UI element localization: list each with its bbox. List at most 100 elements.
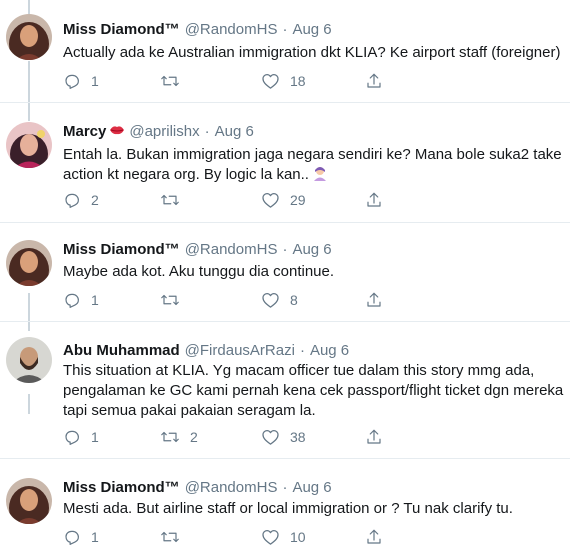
reply-icon	[65, 293, 79, 308]
tweet-date[interactable]: Aug 6	[310, 341, 349, 361]
like-button[interactable]: 18	[261, 71, 306, 91]
tweet-text-line: This situation at KLIA. Yg macam officer…	[63, 362, 535, 379]
separator-dot: ·	[282, 241, 288, 258]
reply-button[interactable]: 1	[63, 427, 99, 447]
retweet-count: 2	[190, 429, 198, 445]
share-icon	[367, 429, 381, 444]
retweet-icon	[161, 531, 179, 543]
like-count: 10	[290, 529, 306, 545]
share-icon	[367, 529, 381, 544]
tweet-text-line: pengalaman ke GC kami pernah kena cek pa…	[63, 382, 564, 399]
avatar[interactable]	[6, 478, 52, 524]
tweet-text: This situation at KLIA. Yg macam officer…	[63, 361, 564, 421]
lips-emoji	[109, 122, 125, 142]
reply-button[interactable]: 1	[63, 290, 99, 310]
tweet[interactable]: Miss Diamond™ @RandomHS · Aug 6 Mesti ad…	[0, 478, 570, 553]
tweet-text-line: Maybe ada kot. Aku tunggu dia continue.	[63, 263, 335, 280]
reply-icon	[65, 193, 79, 208]
reply-button[interactable]: 2	[63, 190, 99, 210]
like-count: 8	[290, 292, 298, 308]
reply-count: 1	[91, 73, 99, 89]
like-button[interactable]: 8	[261, 290, 298, 310]
reply-button[interactable]: 1	[63, 71, 99, 91]
tweet-header: Marcy @aprilishx · Aug 6	[63, 122, 254, 142]
share-button[interactable]	[365, 190, 383, 210]
tweet-text-line: tapi semua pakai pakaian seragam la.	[63, 402, 316, 419]
display-name[interactable]: Marcy	[63, 122, 106, 142]
separator-dot: ·	[299, 342, 305, 359]
tweet-text-line: Actually ada ke Australian immigration d…	[63, 44, 561, 61]
tweet-text-line: Mesti ada. But airline staff or local im…	[63, 500, 513, 517]
avatar[interactable]	[6, 122, 52, 168]
heart-icon	[262, 193, 279, 208]
separator-dot: ·	[204, 123, 210, 140]
tweet-text: Actually ada ke Australian immigration d…	[63, 43, 561, 63]
tweet[interactable]: Marcy @aprilishx · Aug 6 Entah la. Bukan…	[0, 122, 570, 222]
display-name[interactable]: Abu Muhammad	[63, 341, 180, 361]
display-name[interactable]: Miss Diamond™	[63, 20, 180, 40]
reply-count: 1	[91, 529, 99, 545]
retweet-button[interactable]	[160, 527, 190, 547]
share-icon	[367, 292, 381, 307]
share-button[interactable]	[365, 71, 383, 91]
retweet-icon	[161, 194, 179, 206]
tweet-header: Miss Diamond™ @RandomHS · Aug 6	[63, 478, 332, 498]
avatar[interactable]	[6, 337, 52, 383]
tweet-text: Entah la. Bukan immigration jaga negara …	[63, 145, 562, 185]
tweet[interactable]: Abu Muhammad @FirdausArRazi · Aug 6 This…	[0, 337, 570, 451]
tweet[interactable]: Miss Diamond™ @RandomHS · Aug 6 Actually…	[0, 14, 570, 100]
retweet-icon	[161, 431, 179, 443]
user-handle[interactable]: @RandomHS	[185, 240, 278, 260]
reply-icon	[65, 430, 79, 445]
separator-dot: ·	[282, 479, 288, 496]
like-count: 38	[290, 429, 306, 445]
tweet-text: Maybe ada kot. Aku tunggu dia continue.	[63, 262, 558, 282]
tweet-date[interactable]: Aug 6	[292, 240, 331, 260]
heart-icon	[262, 430, 279, 445]
reply-button[interactable]: 1	[63, 527, 99, 547]
retweet-button[interactable]	[160, 71, 190, 91]
retweet-button[interactable]	[160, 190, 190, 210]
user-handle[interactable]: @RandomHS	[185, 20, 278, 40]
tweet-text-segment: action kt negara org. By logic la kan..	[63, 166, 309, 183]
heart-icon	[262, 530, 279, 545]
like-button[interactable]: 29	[261, 190, 306, 210]
tweet-divider	[0, 102, 570, 103]
thread-line	[28, 0, 30, 14]
retweet-button[interactable]	[160, 290, 190, 310]
woman-tipping-hand-emoji	[313, 167, 326, 181]
reply-count: 2	[91, 192, 99, 208]
display-name[interactable]: Miss Diamond™	[63, 478, 180, 498]
retweet-icon	[161, 75, 179, 87]
user-handle[interactable]: @FirdausArRazi	[185, 341, 295, 361]
tweet-actions: 1 2 38	[63, 427, 383, 447]
reply-count: 1	[91, 292, 99, 308]
tweet-divider	[0, 222, 570, 223]
share-button[interactable]	[365, 290, 383, 310]
tweet-text-line: action kt negara org. By logic la kan..	[63, 165, 558, 185]
like-count: 29	[290, 192, 306, 208]
like-button[interactable]: 10	[261, 527, 306, 547]
share-button[interactable]	[365, 427, 383, 447]
heart-icon	[262, 74, 279, 89]
retweet-button[interactable]: 2	[160, 427, 198, 447]
user-handle[interactable]: @RandomHS	[185, 478, 278, 498]
tweet-date[interactable]: Aug 6	[292, 20, 331, 40]
retweet-icon	[161, 294, 179, 306]
tweet[interactable]: Miss Diamond™ @RandomHS · Aug 6 Maybe ad…	[0, 240, 570, 320]
tweet-actions: 1 8	[63, 290, 383, 310]
avatar[interactable]	[6, 14, 52, 60]
display-name[interactable]: Miss Diamond™	[63, 240, 180, 260]
reply-icon	[65, 530, 79, 545]
tweet-date[interactable]: Aug 6	[292, 478, 331, 498]
reply-count: 1	[91, 429, 99, 445]
avatar[interactable]	[6, 240, 52, 286]
reply-icon	[65, 74, 79, 89]
separator-dot: ·	[282, 21, 288, 38]
tweet-date[interactable]: Aug 6	[215, 122, 254, 142]
share-icon	[367, 192, 381, 207]
like-button[interactable]: 38	[261, 427, 306, 447]
user-handle[interactable]: @aprilishx	[129, 122, 199, 142]
tweet-header: Miss Diamond™ @RandomHS · Aug 6	[63, 240, 332, 260]
share-button[interactable]	[365, 527, 383, 547]
